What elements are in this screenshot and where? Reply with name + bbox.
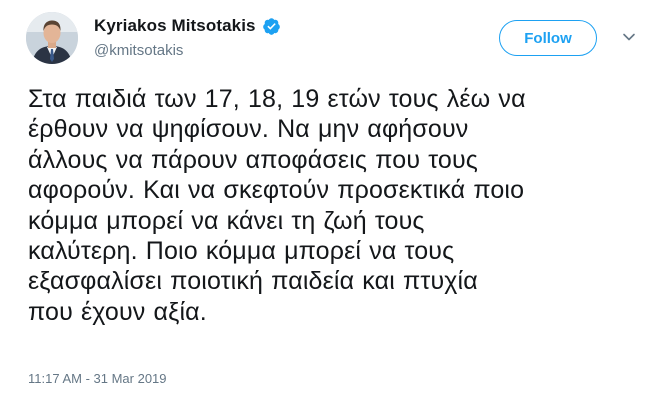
verified-badge-icon: [262, 17, 281, 36]
avatar-image: [26, 12, 78, 64]
tweet-card: Kyriakos Mitsotakis @kmitsotakis Follow …: [0, 0, 666, 402]
tweet-text-line: εξασφαλίσει ποιοτική παιδεία και πτυχία: [28, 267, 478, 296]
tweet-text-line: καλύτερη. Ποιο κόμμα μπορεί να τους: [28, 237, 455, 266]
tweet-timestamp[interactable]: 11:17 AM - 31 Mar 2019: [28, 371, 167, 386]
follow-button[interactable]: Follow: [499, 20, 597, 56]
display-name[interactable]: Kyriakos Mitsotakis: [94, 16, 256, 36]
tweet-text-line: αφορούν. Και να σκεφτούν προσεκτικά ποιο: [28, 176, 525, 205]
tweet-text-line: άλλους να πάρουν αποφάσεις που τους: [28, 145, 478, 174]
author-handle[interactable]: @kmitsotakis: [94, 42, 183, 59]
tweet-text-line: έρθουν να ψηφίσουν. Να μην αφήσουν: [28, 115, 469, 144]
tweet-text-line: που έχουν αξία.: [28, 297, 207, 326]
tweet-text-line: Στα παιδιά των 17, 18, 19 ετών τους λέω …: [28, 85, 526, 113]
tweet-text-line: κόμμα μπορεί να κάνει τη ζωή τους: [28, 206, 425, 235]
author-name-row: Kyriakos Mitsotakis: [94, 16, 281, 36]
chevron-down-icon[interactable]: [622, 30, 636, 44]
avatar[interactable]: [26, 12, 78, 64]
tweet-text: Στα παιδιά των 17, 18, 19 ετών τους λέω …: [28, 84, 648, 327]
